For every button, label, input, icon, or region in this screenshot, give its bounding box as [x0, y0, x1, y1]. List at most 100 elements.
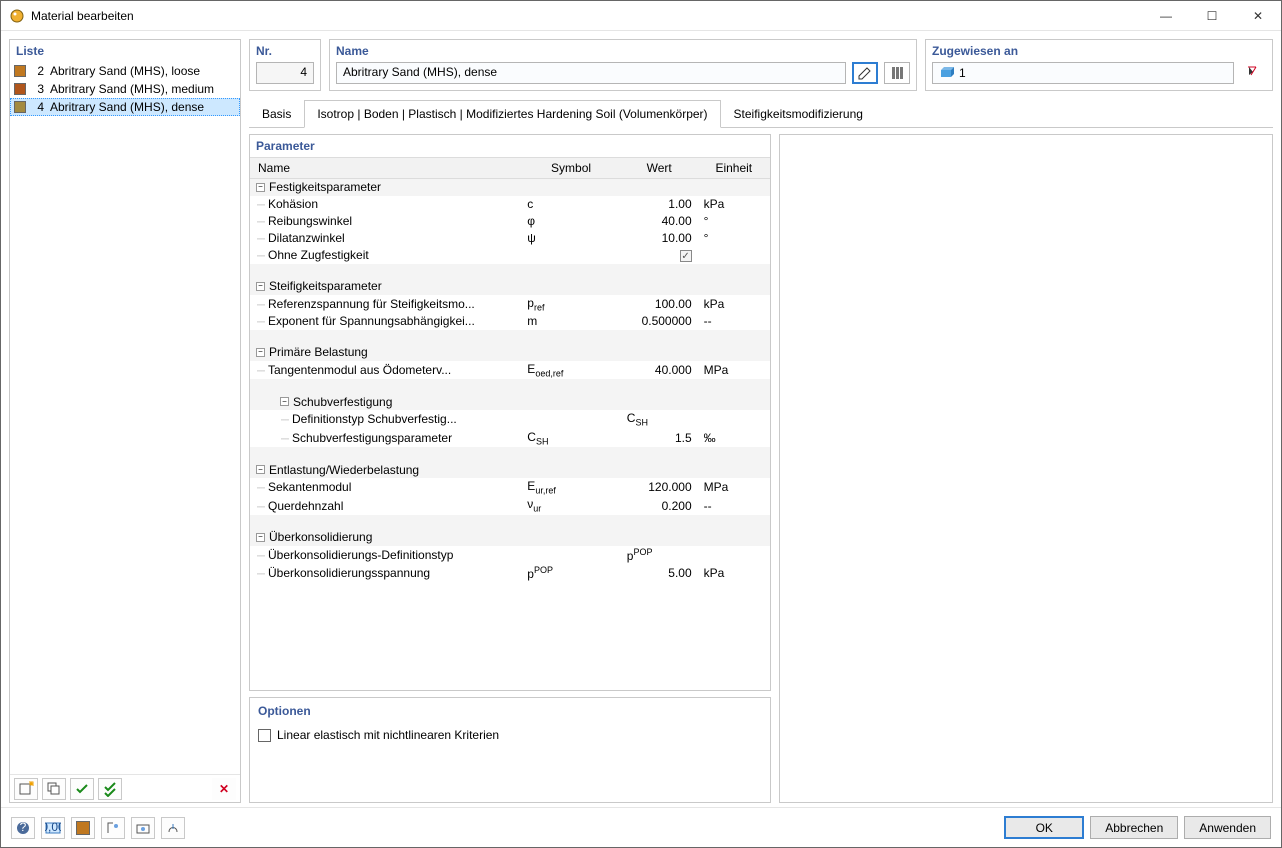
- apply-button[interactable]: Anwenden: [1184, 816, 1271, 839]
- collapse-icon[interactable]: −: [256, 533, 265, 542]
- col-name: Name: [250, 158, 521, 179]
- param-row[interactable]: ····Querdehnzahlνur0.200--: [250, 496, 770, 514]
- linear-elastic-label: Linear elastisch mit nichtlinearen Krite…: [277, 728, 499, 742]
- param-row[interactable]: ····Dilatanzwinkelψ10.00°: [250, 230, 770, 247]
- edit-name-button[interactable]: [852, 62, 878, 84]
- parameter-grid[interactable]: Name Symbol Wert Einheit −Festigkeitspar…: [250, 157, 770, 690]
- param-row[interactable]: ····Überkonsolidierungs-DefinitionstyppP…: [250, 546, 770, 564]
- tool-button-1[interactable]: [101, 817, 125, 839]
- preview-panel: [779, 134, 1273, 803]
- tool-button-2[interactable]: [131, 817, 155, 839]
- group-row[interactable]: −Schubverfestigung: [250, 393, 770, 410]
- item-name: Abritrary Sand (MHS), medium: [50, 82, 214, 96]
- param-row[interactable]: ····SchubverfestigungsparameterCSH1.5‰: [250, 429, 770, 447]
- ok-button[interactable]: OK: [1004, 816, 1084, 839]
- color-swatch: [14, 101, 26, 113]
- tab-bar: Basis Isotrop | Boden | Plastisch | Modi…: [249, 99, 1273, 128]
- collapse-icon[interactable]: −: [280, 397, 289, 406]
- material-list-panel: Liste 2 Abritrary Sand (MHS), loose 3 Ab…: [9, 39, 241, 803]
- new-item-button[interactable]: [14, 778, 38, 800]
- close-button[interactable]: ✕: [1235, 1, 1281, 31]
- parameter-title: Parameter: [250, 135, 770, 157]
- assigned-group: Zugewiesen an 1: [925, 39, 1273, 91]
- dialog-window: Material bearbeiten — ☐ ✕ Liste 2 Abritr…: [0, 0, 1282, 848]
- tab-stiffness-mod[interactable]: Steifigkeitsmodifizierung: [721, 100, 876, 128]
- assigned-field[interactable]: 1: [932, 62, 1234, 84]
- name-field[interactable]: Abritrary Sand (MHS), dense: [336, 62, 846, 84]
- name-label: Name: [336, 44, 910, 58]
- param-row[interactable]: ····SekantenmodulEur,ref120.000MPa: [250, 478, 770, 496]
- param-row[interactable]: ····Referenzspannung für Steifigkeitsmo.…: [250, 295, 770, 313]
- collapse-icon[interactable]: −: [256, 183, 265, 192]
- tab-model[interactable]: Isotrop | Boden | Plastisch | Modifizier…: [304, 100, 720, 128]
- material-list[interactable]: 2 Abritrary Sand (MHS), loose 3 Abritrar…: [10, 62, 240, 774]
- collapse-icon[interactable]: −: [256, 348, 265, 357]
- help-button[interactable]: ?: [11, 817, 35, 839]
- options-panel: Optionen Linear elastisch mit nichtlinea…: [249, 697, 771, 803]
- book-icon: [892, 67, 903, 79]
- options-title: Optionen: [258, 704, 762, 718]
- assigned-value: 1: [959, 66, 966, 80]
- param-row[interactable]: ····Kohäsionc1.00kPa: [250, 196, 770, 213]
- group-row[interactable]: −Primäre Belastung: [250, 344, 770, 361]
- solid-icon: [939, 65, 955, 81]
- col-symbol: Symbol: [521, 158, 620, 179]
- item-number: 3: [32, 82, 44, 96]
- parameter-panel: Parameter Name Symbol Wert Einheit: [249, 134, 771, 691]
- svg-text:?: ?: [20, 820, 27, 834]
- library-button[interactable]: [884, 62, 910, 84]
- param-row[interactable]: ····Exponent für Spannungsabhängigkei...…: [250, 313, 770, 330]
- color-button[interactable]: [71, 817, 95, 839]
- nr-field[interactable]: 4: [256, 62, 314, 84]
- cancel-button[interactable]: Abbrechen: [1090, 816, 1178, 839]
- list-item[interactable]: 2 Abritrary Sand (MHS), loose: [10, 62, 240, 80]
- param-row[interactable]: ····Reibungswinkelφ40.00°: [250, 213, 770, 230]
- number-group: Nr. 4: [249, 39, 321, 91]
- tool-button-3[interactable]: [161, 817, 185, 839]
- color-swatch-icon: [76, 821, 90, 835]
- item-name: Abritrary Sand (MHS), loose: [50, 64, 200, 78]
- item-name: Abritrary Sand (MHS), dense: [50, 100, 204, 114]
- list-toolbar: ✕: [10, 774, 240, 802]
- window-title: Material bearbeiten: [31, 9, 1143, 23]
- footer-bar: ? 0,00 OK Abbrechen Anwenden: [1, 807, 1281, 847]
- titlebar: Material bearbeiten — ☐ ✕: [1, 1, 1281, 31]
- name-group: Name Abritrary Sand (MHS), dense: [329, 39, 917, 91]
- col-unit: Einheit: [698, 158, 770, 179]
- group-row[interactable]: −Steifigkeitsparameter: [250, 278, 770, 295]
- list-title: Liste: [10, 40, 240, 62]
- tab-basis[interactable]: Basis: [249, 100, 304, 128]
- item-number: 4: [32, 100, 44, 114]
- col-value: Wert: [621, 158, 698, 179]
- assigned-label: Zugewiesen an: [932, 44, 1266, 58]
- item-number: 2: [32, 64, 44, 78]
- collapse-icon[interactable]: −: [256, 282, 265, 291]
- delete-item-button[interactable]: ✕: [212, 778, 236, 800]
- group-row[interactable]: −Überkonsolidierung: [250, 529, 770, 546]
- linear-elastic-checkbox[interactable]: [258, 729, 271, 742]
- group-row[interactable]: −Entlastung/Wiederbelastung: [250, 461, 770, 478]
- checkbox-checked-icon[interactable]: [680, 250, 692, 262]
- group-label: Festigkeitsparameter: [269, 180, 381, 194]
- units-button[interactable]: 0,00: [41, 817, 65, 839]
- pick-assigned-button[interactable]: [1240, 62, 1266, 84]
- list-item[interactable]: 3 Abritrary Sand (MHS), medium: [10, 80, 240, 98]
- minimize-button[interactable]: —: [1143, 1, 1189, 31]
- list-item-selected[interactable]: 4 Abritrary Sand (MHS), dense: [10, 98, 240, 116]
- app-icon: [9, 8, 25, 24]
- collapse-icon[interactable]: −: [256, 465, 265, 474]
- check-button-1[interactable]: [70, 778, 94, 800]
- group-row[interactable]: −Festigkeitsparameter: [250, 179, 770, 196]
- copy-item-button[interactable]: [42, 778, 66, 800]
- nr-label: Nr.: [256, 44, 314, 58]
- check-button-2[interactable]: [98, 778, 122, 800]
- param-row[interactable]: ····Ohne Zugfestigkeit: [250, 247, 770, 264]
- main-panel: Nr. 4 Name Abritrary Sand (MHS), dense Z…: [249, 39, 1273, 803]
- maximize-button[interactable]: ☐: [1189, 1, 1235, 31]
- svg-text:0,00: 0,00: [45, 820, 61, 834]
- color-swatch: [14, 65, 26, 77]
- color-swatch: [14, 83, 26, 95]
- param-row[interactable]: ····Tangentenmodul aus Ödometerv...Eoed,…: [250, 361, 770, 379]
- param-row[interactable]: ····Definitionstyp Schubverfestig...CSH: [250, 410, 770, 428]
- param-row[interactable]: ····ÜberkonsolidierungsspannungpPOP5.00k…: [250, 564, 770, 582]
